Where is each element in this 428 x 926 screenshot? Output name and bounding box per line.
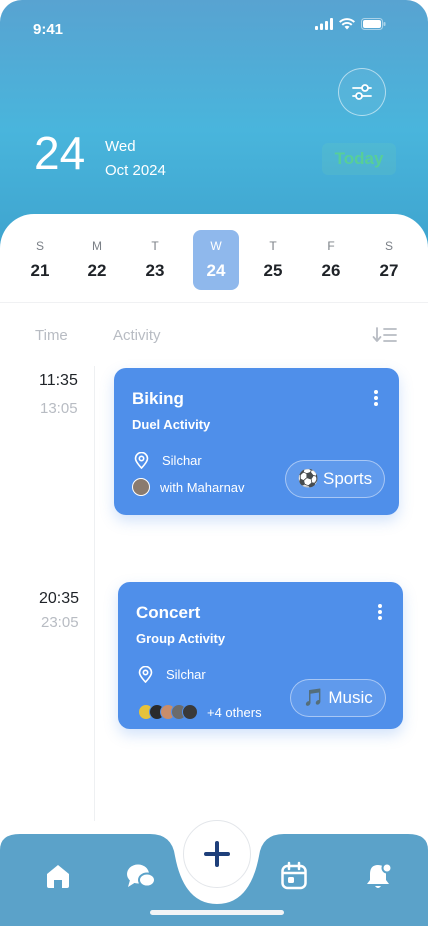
today-button[interactable]: Today bbox=[322, 143, 396, 175]
day-letter: T bbox=[269, 239, 277, 253]
day-date: 25 bbox=[263, 261, 283, 280]
event-subtitle: Duel Activity bbox=[132, 417, 211, 432]
day-tue[interactable]: T 23 bbox=[132, 230, 178, 290]
day-letter: F bbox=[327, 239, 335, 253]
schedule-sheet: S 21 M 22 T 23 W 24 T 25 F 26 S 27 Time … bbox=[0, 214, 428, 854]
day-letter: S bbox=[384, 239, 393, 253]
selected-weekday: Wed bbox=[105, 138, 136, 155]
day-wed-selected[interactable]: W 24 bbox=[193, 230, 239, 290]
event-title: Biking bbox=[132, 389, 184, 408]
day-fri[interactable]: F 26 bbox=[308, 230, 354, 290]
event-start-time: 20:35 bbox=[39, 590, 80, 607]
event-subtitle: Group Activity bbox=[136, 631, 226, 646]
day-date: 21 bbox=[30, 261, 50, 280]
day-date: 22 bbox=[87, 261, 107, 280]
day-letter: W bbox=[210, 239, 222, 253]
column-header-time: Time bbox=[35, 327, 68, 344]
wifi-icon bbox=[339, 18, 355, 30]
nav-calendar[interactable] bbox=[276, 858, 312, 894]
calendar-icon bbox=[281, 861, 307, 890]
event-tag-label: Music bbox=[328, 688, 373, 707]
event-card-concert[interactable]: Concert Group Activity Silchar +4 others… bbox=[118, 582, 403, 729]
selected-month-year: Oct 2024 bbox=[105, 162, 166, 179]
status-time: 9:41 bbox=[33, 21, 64, 38]
more-options-icon[interactable] bbox=[378, 604, 382, 620]
selected-day-number: 24 bbox=[34, 127, 86, 179]
event-location: Silchar bbox=[134, 452, 202, 469]
bell-icon bbox=[367, 862, 393, 888]
nav-chat[interactable] bbox=[123, 858, 159, 894]
avatar-group bbox=[138, 704, 198, 720]
day-sat[interactable]: S 27 bbox=[366, 230, 412, 290]
home-indicator bbox=[150, 910, 284, 915]
nav-home[interactable] bbox=[40, 858, 76, 894]
event-people-text: with Maharnav bbox=[160, 479, 245, 495]
day-date: 26 bbox=[321, 261, 341, 280]
day-letter: M bbox=[92, 239, 102, 253]
more-options-icon[interactable] bbox=[374, 390, 378, 406]
battery-icon bbox=[361, 18, 386, 30]
event-people: with Maharnav bbox=[132, 478, 245, 496]
day-date: 23 bbox=[145, 261, 165, 280]
day-date: 27 bbox=[379, 261, 399, 280]
signal-icon bbox=[315, 18, 333, 30]
chat-icon bbox=[127, 864, 156, 888]
timeline-line bbox=[94, 366, 95, 821]
soccer-ball-icon: ⚽ bbox=[297, 469, 320, 488]
day-letter: T bbox=[151, 239, 159, 253]
status-icons bbox=[315, 18, 386, 30]
avatar bbox=[182, 704, 198, 720]
plus-icon bbox=[204, 841, 230, 867]
event-tag-label: Sports bbox=[323, 469, 373, 488]
avatar bbox=[132, 478, 150, 496]
event-location: Silchar bbox=[138, 666, 206, 683]
filter-button[interactable] bbox=[338, 68, 386, 116]
event-location-text: Silchar bbox=[166, 667, 206, 682]
day-sun[interactable]: S 21 bbox=[17, 230, 63, 290]
home-icon bbox=[47, 865, 69, 888]
location-pin-icon bbox=[134, 452, 149, 469]
event-start-time: 11:35 bbox=[39, 372, 78, 389]
status-bar: 9:41 bbox=[0, 0, 428, 56]
day-date: 24 bbox=[206, 261, 226, 280]
event-tag-music[interactable]: 🎵 Music bbox=[290, 679, 386, 717]
event-end-time: 23:05 bbox=[41, 614, 79, 631]
event-location-text: Silchar bbox=[162, 453, 202, 468]
add-event-button[interactable] bbox=[183, 820, 251, 888]
event-card-biking[interactable]: Biking Duel Activity Silchar with Maharn… bbox=[114, 368, 399, 515]
music-note-icon: 🎵 bbox=[303, 688, 325, 707]
event-people-text: +4 others bbox=[207, 704, 262, 720]
event-title: Concert bbox=[136, 603, 201, 622]
event-people: +4 others bbox=[138, 704, 262, 720]
sliders-icon bbox=[352, 84, 372, 100]
day-thu[interactable]: T 25 bbox=[250, 230, 296, 290]
day-letter: S bbox=[35, 239, 44, 253]
nav-notifications[interactable] bbox=[361, 858, 397, 894]
column-header-activity: Activity bbox=[113, 327, 161, 344]
sort-icon[interactable] bbox=[372, 325, 398, 345]
day-mon[interactable]: M 22 bbox=[74, 230, 120, 290]
week-strip: S 21 M 22 T 23 W 24 T 25 F 26 S 27 bbox=[0, 230, 428, 290]
event-tag-sports[interactable]: ⚽ Sports bbox=[285, 460, 385, 498]
event-end-time: 13:05 bbox=[40, 400, 78, 417]
divider bbox=[0, 302, 428, 303]
location-pin-icon bbox=[138, 666, 153, 683]
